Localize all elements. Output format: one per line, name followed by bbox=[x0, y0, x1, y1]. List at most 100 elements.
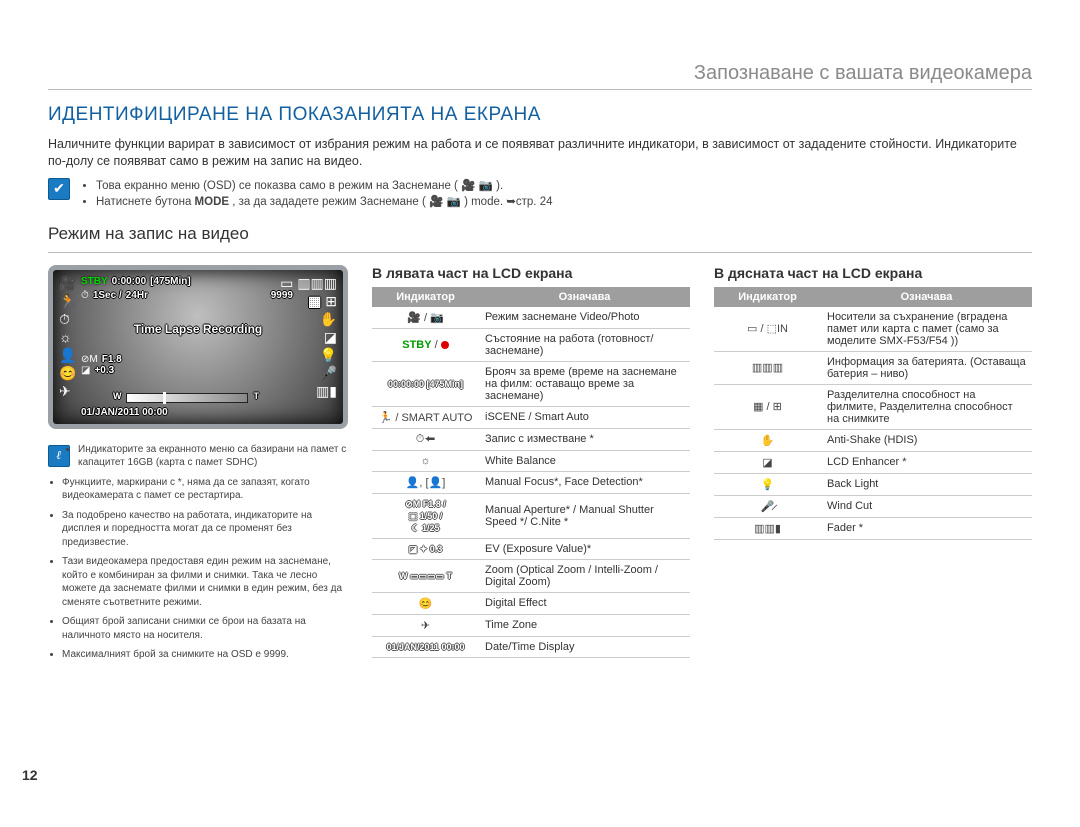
check-icon: ✔ bbox=[48, 178, 70, 200]
note-item: Максималният брой за снимките на OSD е 9… bbox=[62, 648, 348, 662]
th-meaning: Означава bbox=[479, 287, 690, 307]
table-row: 😊Digital Effect bbox=[372, 592, 690, 614]
effect-icon: 😊 bbox=[59, 366, 76, 380]
table-row: ▥▥▮Fader * bbox=[714, 517, 1032, 539]
tip2-c: ) mode. ➥стр. 24 bbox=[464, 196, 552, 208]
tip1-b: ). bbox=[496, 180, 503, 192]
meaning-cell: Manual Aperture* / Manual Shutter Speed … bbox=[479, 493, 690, 538]
lcd-date: 01/JAN/2011 00:00 bbox=[81, 407, 293, 418]
meaning-cell: Fader * bbox=[821, 517, 1032, 539]
meaning-cell: Режим заснемане Video/Photo bbox=[479, 307, 690, 329]
zoom-t: T bbox=[254, 391, 260, 401]
fader-icon: ▥▮ bbox=[316, 384, 337, 398]
table-row: ⏱⬅Запис с изместване * bbox=[372, 428, 690, 450]
tip-line-2: Натиснете бутона MODE , за да зададете р… bbox=[96, 194, 553, 210]
indicator-cell: ◪ ✦ 0.3 bbox=[372, 538, 479, 559]
indicator-cell: ▭ / ⬚IN bbox=[714, 307, 821, 352]
indicator-cell: ✈ bbox=[372, 614, 479, 636]
right-table-title: В дясната част на LCD екрана bbox=[714, 265, 1032, 281]
indicator-cell: W ▭▭▭▭ T bbox=[372, 559, 479, 592]
indicator-cell: ◪ bbox=[714, 451, 821, 473]
meaning-cell: Информация за батерията. (Оставаща батер… bbox=[821, 351, 1032, 384]
backlight-icon: 💡 bbox=[320, 348, 337, 362]
indicator-cell: ▥▥▥ bbox=[714, 351, 821, 384]
meaning-cell: iSCENE / Smart Auto bbox=[479, 406, 690, 428]
indicator-cell: 01/JAN/2011 00:00 bbox=[372, 636, 479, 657]
lcd-remain: [475Min] bbox=[150, 276, 191, 287]
windcut-icon: 🎤 bbox=[320, 366, 337, 380]
subsection-title: Режим на запис на видео bbox=[48, 224, 1032, 244]
zoom-w: W bbox=[113, 391, 122, 401]
tip2-a: Натиснете бутона bbox=[96, 196, 195, 208]
note-item: За подобрено качество на работата, индик… bbox=[62, 509, 348, 550]
table-row: 00:00:00 [475Min]Брояч за време (време н… bbox=[372, 361, 690, 406]
table-row: W ▭▭▭▭ TZoom (Optical Zoom / Intelli-Zoo… bbox=[372, 559, 690, 592]
meaning-cell: Back Light bbox=[821, 473, 1032, 495]
meaning-cell: Manual Focus*, Face Detection* bbox=[479, 471, 690, 493]
lcd-center-text: Time Lapse Recording bbox=[53, 322, 343, 336]
tip-line-1: Това екранно меню (OSD) се показва само … bbox=[96, 178, 553, 194]
page-number: 12 bbox=[22, 767, 38, 783]
indicator-cell: ▦ / ⊞ bbox=[714, 384, 821, 429]
indicator-cell: STBY / bbox=[372, 328, 479, 361]
note-item: Тази видеокамера предоставя един режим н… bbox=[62, 555, 348, 609]
table-row: ◪LCD Enhancer * bbox=[714, 451, 1032, 473]
lcd-time: 0:00:00 bbox=[112, 276, 146, 287]
meaning-cell: Anti-Shake (HDIS) bbox=[821, 429, 1032, 451]
photo-res-icon: ⊞ bbox=[325, 294, 337, 308]
meaning-cell: Digital Effect bbox=[479, 592, 690, 614]
meaning-cell: Брояч за време (време на заснемане на фи… bbox=[479, 361, 690, 406]
table-row: 🏃 / SMART AUTOiSCENE / Smart Auto bbox=[372, 406, 690, 428]
tip2-b: , за да зададете режим Заснемане ( bbox=[232, 196, 426, 208]
lcd-interval: 1Sec / bbox=[93, 290, 122, 301]
indicator-cell: 💡 bbox=[714, 473, 821, 495]
interval-icon: ⏱ bbox=[81, 290, 89, 301]
meaning-cell: Състояние на работа (готовност/заснемане… bbox=[479, 328, 690, 361]
indicator-cell: ⏱⬅ bbox=[372, 428, 479, 450]
meaning-cell: Time Zone bbox=[479, 614, 690, 636]
th-indicator: Индикатор bbox=[372, 287, 479, 307]
timezone-icon: ✈ bbox=[59, 384, 76, 398]
zoom-bar: W T bbox=[126, 393, 248, 403]
video-icon: 🎥 📷 bbox=[461, 180, 493, 192]
right-table: Индикатор Означава ▭ / ⬚INНосители за съ… bbox=[714, 287, 1032, 540]
note-item: Индикаторите за екранното меню са базира… bbox=[62, 443, 348, 470]
mode-label: MODE bbox=[195, 196, 230, 208]
indicator-cell: ☼ bbox=[372, 450, 479, 471]
breadcrumb: Запознаване с вашата видеокамера bbox=[48, 62, 1032, 89]
meaning-cell: Date/Time Display bbox=[479, 636, 690, 657]
table-row: ✋Anti-Shake (HDIS) bbox=[714, 429, 1032, 451]
table-row: ▦ / ⊞Разделителна способност на филмите,… bbox=[714, 384, 1032, 429]
left-table: Индикатор Означава 🎥 / 📷Режим заснемане … bbox=[372, 287, 690, 658]
table-row: 💡Back Light bbox=[714, 473, 1032, 495]
scene-icon: 🏃 bbox=[59, 294, 76, 308]
indicator-cell: 🏃 / SMART AUTO bbox=[372, 406, 479, 428]
lcd-aperture: F1.8 bbox=[102, 354, 122, 365]
tip-block: ✔ Това екранно меню (OSD) се показва сам… bbox=[48, 178, 1032, 210]
meaning-cell: White Balance bbox=[479, 450, 690, 471]
video-mode-icon: 🎥 bbox=[59, 276, 76, 290]
intro-paragraph: Наличните функции варират в зависимост о… bbox=[48, 136, 1032, 170]
meaning-cell: Разделителна способност на филмите, Разд… bbox=[821, 384, 1032, 429]
th-indicator-r: Индикатор bbox=[714, 287, 821, 307]
lcd-stby: STBY bbox=[81, 276, 108, 287]
table-row: ✈Time Zone bbox=[372, 614, 690, 636]
table-row: ☼White Balance bbox=[372, 450, 690, 471]
th-meaning-r: Означава bbox=[821, 287, 1032, 307]
left-table-title: В лявата част на LCD екрана bbox=[372, 265, 690, 281]
table-row: 🎤̷Wind Cut bbox=[714, 495, 1032, 517]
indicator-cell: ▥▥▮ bbox=[714, 517, 821, 539]
aperture-icon: ⊘M bbox=[81, 354, 98, 365]
section-title: ИДЕНТИФИЦИРАНЕ НА ПОКАЗАНИЯТА НА ЕКРАНА bbox=[48, 104, 1032, 126]
table-row: 👤, [👤]Manual Focus*, Face Detection* bbox=[372, 471, 690, 493]
ev-icon: ◪ bbox=[81, 365, 90, 376]
indicator-cell: 00:00:00 [475Min] bbox=[372, 361, 479, 406]
note-item: Общият брой записани снимки се брои на б… bbox=[62, 615, 348, 642]
meaning-cell: Zoom (Optical Zoom / Intelli-Zoom / Digi… bbox=[479, 559, 690, 592]
table-row: STBY / Състояние на работа (готовност/за… bbox=[372, 328, 690, 361]
divider-sub bbox=[48, 252, 1032, 253]
zoom-indicator bbox=[163, 392, 166, 404]
resolution-icon: ▦ bbox=[308, 294, 321, 308]
video-icon-2: 🎥 📷 bbox=[429, 196, 461, 208]
divider-top bbox=[48, 89, 1032, 90]
